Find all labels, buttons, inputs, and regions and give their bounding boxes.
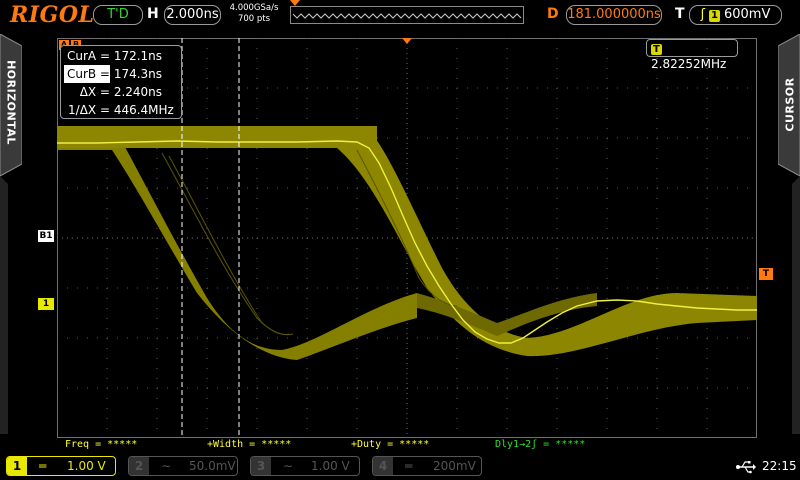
- timebase-value[interactable]: 2.000ns: [164, 5, 221, 25]
- cursor-row-a: CurA = 172.1ns: [64, 47, 181, 65]
- cursor-row-value: 174.3ns: [113, 67, 163, 81]
- cursor-row-b: CurB = 174.3ns: [64, 65, 181, 83]
- frequency-counter: T 2.82252MHz: [646, 39, 738, 71]
- rising-edge-icon: ʃ: [700, 7, 706, 22]
- channel-4-box[interactable]: 4 ═ 200mV: [372, 456, 482, 476]
- trigger-settings[interactable]: ʃ 1 600mV: [689, 5, 782, 25]
- acquisition-info: 4.000GSa/s 700 pts: [224, 3, 284, 25]
- brand-logo: RIGOL: [10, 2, 95, 28]
- system-clock: 22:15: [762, 459, 797, 473]
- channel-4-scale: 200mV: [433, 459, 476, 473]
- channel-2-scale: 50.0mV: [189, 459, 236, 473]
- measurement-duty[interactable]: +Duty = *****: [351, 438, 429, 452]
- channel-2-box[interactable]: 2 ∼ 50.0mV: [128, 456, 238, 476]
- cursor-readout-panel: CurA = 172.1ns CurB = 174.3ns ΔX = 2.240…: [60, 45, 182, 119]
- ch1-offset-marker[interactable]: 1: [38, 298, 54, 310]
- ref-b1-marker[interactable]: B1: [38, 230, 54, 242]
- channel-1-scale: 1.00 V: [67, 459, 106, 473]
- cursor-row-dx: ΔX = 2.240ns: [64, 83, 181, 101]
- trigger-position-marker[interactable]: [402, 38, 412, 44]
- dc-coupling-icon: ═: [39, 459, 47, 473]
- cursor-row-value: 172.1ns: [113, 49, 163, 63]
- channel-4-number: 4: [373, 457, 393, 475]
- trigger-label: T: [675, 6, 685, 22]
- cursor-row-label: 1/ΔX =: [68, 103, 110, 117]
- delay-label: D: [547, 6, 559, 22]
- horizontal-tab-label: HORIZONTAL: [4, 60, 18, 145]
- usb-icon: [736, 460, 756, 478]
- measurement-width[interactable]: +Width = *****: [207, 438, 291, 452]
- measurement-delay[interactable]: Dly1→2ʃ = *****: [495, 438, 585, 452]
- trigger-source: 1: [709, 10, 720, 22]
- cursor-row-label: ΔX =: [79, 85, 110, 99]
- cursor-row-value: 446.4MHz: [113, 103, 174, 117]
- run-state-indicator[interactable]: T'D: [93, 5, 143, 25]
- frequency-counter-value: 2.82252MHz: [651, 57, 727, 71]
- channel-3-number: 3: [251, 457, 271, 475]
- trigger-level-marker[interactable]: T: [759, 268, 773, 280]
- cursor-tab[interactable]: CURSOR: [778, 34, 800, 434]
- measurement-bar: Freq = ***** +Width = ***** +Duty = ****…: [57, 438, 757, 452]
- timebase-label: H: [147, 6, 159, 22]
- trigger-level: 600mV: [723, 7, 771, 22]
- channel-2-number: 2: [129, 457, 149, 475]
- cursor-row-label: CurB =: [64, 65, 110, 83]
- frequency-counter-chip: T: [651, 44, 662, 55]
- measurement-freq[interactable]: Freq = *****: [65, 438, 137, 452]
- channel-3-scale: 1.00 V: [311, 459, 350, 473]
- cursor-tab-label: CURSOR: [783, 77, 797, 132]
- cursor-row-inv-dx: 1/ΔX = 446.4MHz: [64, 101, 181, 119]
- horizontal-tab[interactable]: HORIZONTAL: [0, 34, 22, 434]
- memory-timeline[interactable]: [290, 6, 524, 24]
- dc-coupling-icon: ═: [405, 459, 413, 473]
- top-status-bar: RIGOL T'D H 2.000ns 4.000GSa/s 700 pts D…: [0, 0, 800, 32]
- ac-coupling-icon: ∼: [161, 459, 172, 473]
- channel-3-box[interactable]: 3 ∼ 1.00 V: [250, 456, 360, 476]
- memory-depth: 700 pts: [237, 14, 271, 24]
- cursor-row-label: CurA =: [67, 49, 110, 63]
- sample-rate: 4.000GSa/s: [229, 3, 279, 13]
- delay-value[interactable]: 181.000000ns: [566, 5, 662, 25]
- channel-1-number: 1: [7, 457, 27, 475]
- cursor-row-value: 2.240ns: [113, 85, 163, 99]
- channel-1-box[interactable]: 1 ═ 1.00 V: [6, 456, 116, 476]
- channel-bar: 1 ═ 1.00 V 2 ∼ 50.0mV 3 ∼ 1.00 V 4 ═ 200…: [0, 454, 800, 480]
- ac-coupling-icon: ∼: [283, 459, 294, 473]
